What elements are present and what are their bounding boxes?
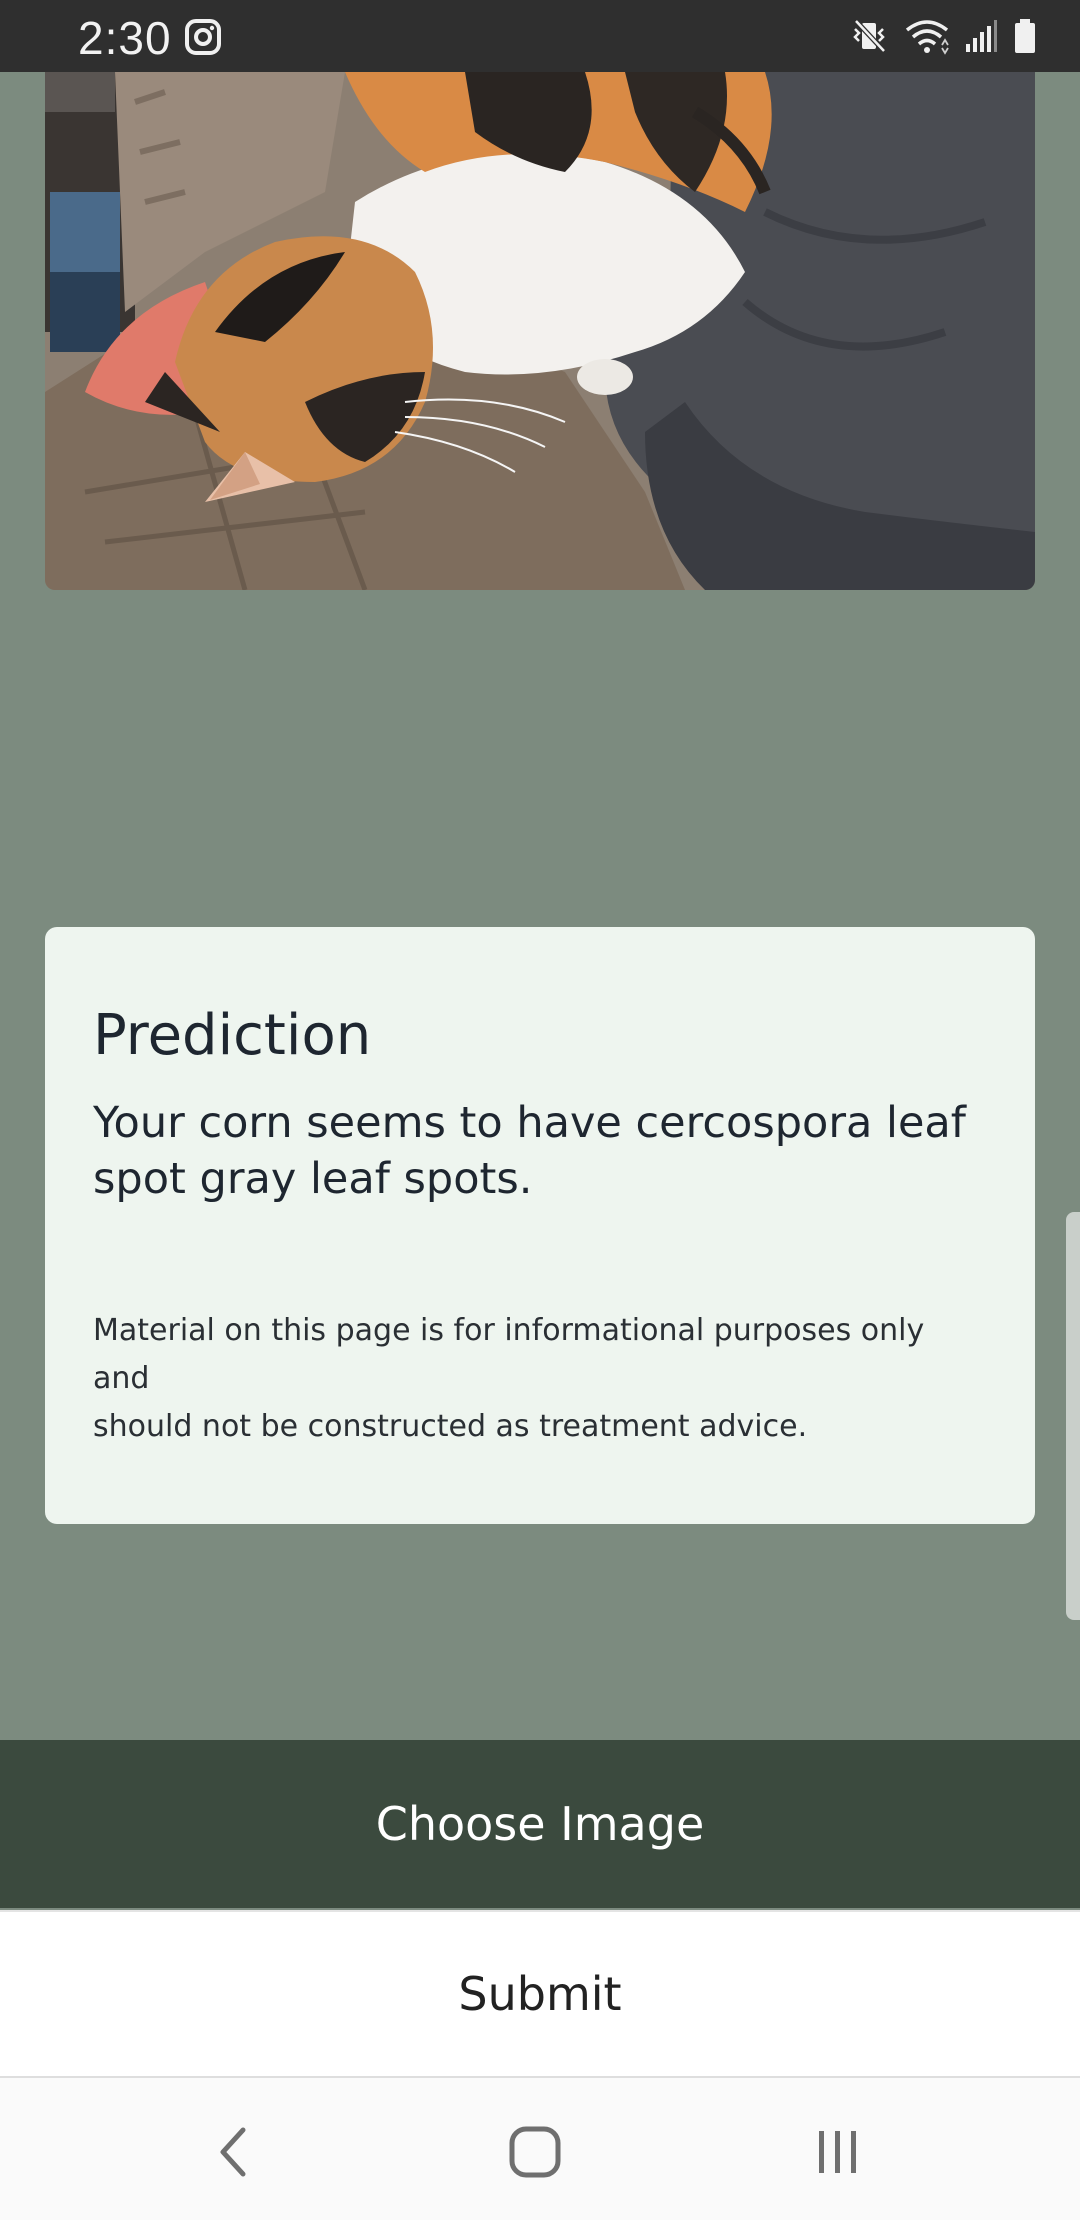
vibrate-mute-icon	[850, 17, 890, 55]
status-bar: 2:30	[0, 0, 1080, 72]
wifi-icon	[904, 17, 950, 55]
signal-icon	[964, 18, 998, 54]
prediction-result: Your corn seems to have cercospora leaf …	[93, 1098, 966, 1204]
disclaimer-line: Material on this page is for information…	[93, 1313, 925, 1348]
instagram-icon	[184, 18, 222, 56]
submit-button[interactable]: Submit	[0, 1910, 1080, 2076]
disclaimer-line: and	[93, 1361, 150, 1396]
back-icon[interactable]	[198, 2122, 268, 2182]
disclaimer-line: should not be constructed as treatment a…	[93, 1409, 808, 1444]
home-icon[interactable]	[500, 2122, 570, 2182]
disclaimer-text: Material on this page is for information…	[93, 1307, 987, 1451]
choose-image-button[interactable]: Choose Image	[0, 1740, 1080, 1908]
recents-icon[interactable]	[803, 2122, 873, 2182]
status-time: 2:30	[78, 12, 172, 64]
status-icons	[850, 16, 1038, 56]
prediction-title: Prediction	[93, 1003, 372, 1068]
scrollbar[interactable]	[1066, 1212, 1080, 1620]
battery-icon	[1012, 17, 1038, 55]
navigation-bar	[0, 2076, 1080, 2220]
prediction-card: Prediction Your corn seems to have cerco…	[45, 927, 1035, 1524]
cat-photo	[45, 72, 1035, 590]
